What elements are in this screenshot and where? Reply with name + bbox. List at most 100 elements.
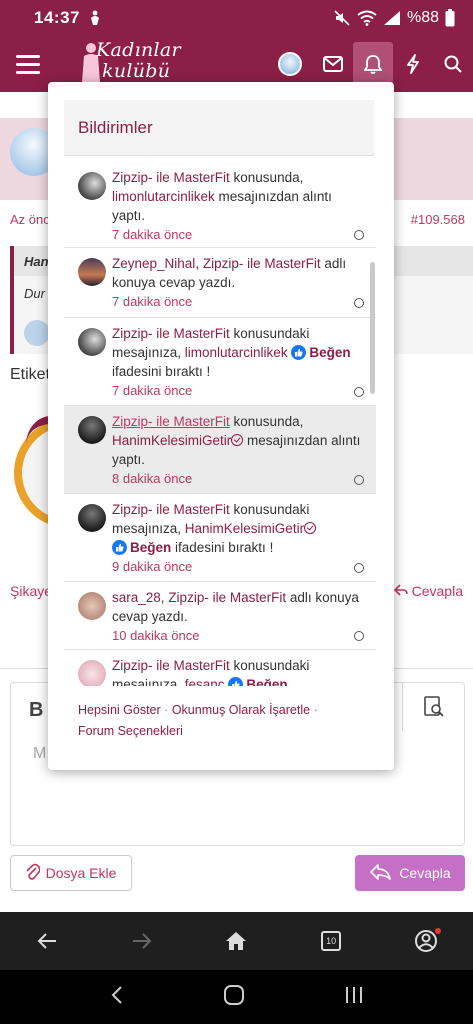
account-icon[interactable]: [401, 916, 451, 966]
avatar: [78, 660, 106, 686]
like-icon: [291, 345, 307, 360]
home-icon[interactable]: [211, 916, 261, 966]
editor-placeholder: M: [33, 745, 47, 762]
notification-item[interactable]: sara_28, Zipzip- ile MasterFit adlı konu…: [64, 582, 376, 650]
notification-user[interactable]: Zipzip- ile MasterFit: [203, 256, 321, 271]
notification-user[interactable]: Zipzip- ile MasterFit: [112, 326, 230, 341]
mark-read-dot[interactable]: [354, 298, 364, 308]
reaction: Beğen: [112, 538, 171, 557]
notifications-popup: Bildirimler Zipzip- ile MasterFit konusu…: [48, 82, 394, 770]
avatar: [24, 320, 50, 346]
mail-icon[interactable]: [313, 42, 353, 86]
scrollbar[interactable]: [370, 262, 375, 394]
mark-all-read-link[interactable]: Okunmuş Olarak İşaretle: [172, 703, 310, 717]
signal-icon: [383, 10, 401, 26]
mark-read-dot[interactable]: [354, 387, 364, 397]
reply-button[interactable]: Cevapla: [355, 855, 465, 891]
notification-user[interactable]: fesanç: [185, 677, 225, 686]
system-recents-icon[interactable]: [344, 986, 364, 1009]
notification-dot: [434, 928, 441, 934]
avatar: [78, 258, 106, 286]
notification-user[interactable]: limonlutarcinlikek: [112, 189, 215, 204]
notification-user[interactable]: HanimKelesimiGetir: [185, 521, 304, 536]
notification-user[interactable]: HanimKelesimiGetir: [112, 433, 231, 448]
notification-time: 7 dakika önce: [112, 294, 193, 309]
browser-toolbar: 10: [0, 912, 473, 970]
like-icon: [112, 540, 127, 555]
mark-read-dot[interactable]: [354, 563, 364, 573]
footer-separator: ·: [313, 703, 318, 717]
avatar: [78, 172, 106, 200]
show-all-link[interactable]: Hepsini Göster: [78, 703, 161, 717]
reaction-label: Beğen: [246, 677, 288, 686]
logo-text-line1: Kadınlar: [96, 39, 181, 61]
system-back-icon[interactable]: [110, 985, 124, 1010]
system-nav-bar: [0, 970, 473, 1024]
status-time: 14:37: [34, 8, 80, 27]
preview-button[interactable]: [402, 683, 464, 731]
notification-item[interactable]: Zipzip- ile MasterFit konusundaki mesajı…: [64, 494, 376, 582]
attach-file-label: Dosya Ekle: [45, 865, 117, 881]
mark-read-dot[interactable]: [354, 631, 364, 641]
notification-item[interactable]: Zipzip- ile MasterFit konusunda, limonlu…: [64, 162, 376, 248]
verified-icon: [304, 522, 317, 534]
reply-arrow-icon: [393, 583, 408, 599]
search-icon[interactable]: [433, 42, 473, 86]
notification-user[interactable]: Zeynep_Nihal: [112, 256, 195, 271]
notification-user[interactable]: Zipzip- ile MasterFit: [112, 502, 230, 517]
notification-user[interactable]: Zipzip- ile MasterFit: [112, 414, 230, 429]
user-avatar-button[interactable]: [273, 42, 313, 86]
notification-item[interactable]: Zipzip- ile MasterFit konusunda, HanimKe…: [64, 406, 376, 494]
notification-separator: ,: [195, 256, 203, 271]
reply-link[interactable]: Cevapla: [393, 583, 463, 599]
back-arrow-icon[interactable]: [22, 916, 72, 966]
reaction-label: Beğen: [130, 540, 172, 555]
app-notification-icon: [88, 10, 102, 26]
preview-search-icon: [423, 696, 444, 717]
tabs-button[interactable]: 10: [306, 916, 356, 966]
reaction-label: Beğen: [309, 345, 351, 360]
system-home-icon[interactable]: [223, 984, 245, 1011]
reaction: Beğen: [228, 675, 288, 686]
attach-file-button[interactable]: Dosya Ekle: [10, 855, 132, 891]
notification-item[interactable]: Zipzip- ile MasterFit konusundaki mesajı…: [64, 318, 376, 406]
notification-text: konusunda,: [229, 170, 304, 185]
avatar: [78, 416, 106, 444]
avatar: [78, 592, 106, 620]
bell-icon[interactable]: [353, 42, 393, 86]
notification-item[interactable]: Zeynep_Nihal, Zipzip- ile MasterFit adlı…: [64, 248, 376, 318]
notification-time: 7 dakika önce: [112, 383, 193, 398]
verified-icon: [231, 434, 244, 446]
avatar: [78, 328, 106, 356]
wifi-icon: [357, 10, 377, 26]
tags-label: Etiket: [10, 366, 51, 383]
bolt-icon[interactable]: [393, 42, 433, 86]
notifications-footer: Hepsini Göster · Okunmuş Olarak İşaretle…: [78, 700, 368, 742]
notification-user[interactable]: Zipzip- ile MasterFit: [168, 590, 286, 605]
mute-icon: [333, 9, 351, 27]
bold-button[interactable]: B: [29, 699, 43, 722]
notification-user[interactable]: limonlutarcinlikek: [185, 345, 288, 360]
reply-link-label: Cevapla: [411, 583, 463, 599]
reply-button-label: Cevapla: [399, 865, 451, 881]
notification-list[interactable]: Zipzip- ile MasterFit konusunda, limonlu…: [64, 162, 376, 686]
notification-text: ifadesini bıraktı !: [171, 540, 274, 555]
notification-time: 8 dakika önce: [112, 471, 193, 486]
notification-user[interactable]: sara_28: [112, 590, 161, 605]
tabs-count: 10: [321, 931, 342, 951]
like-icon: [228, 677, 244, 686]
status-bar: 14:37 %88: [0, 0, 473, 36]
battery-text: %88: [406, 9, 439, 26]
post-number[interactable]: #109.568: [411, 212, 465, 227]
mark-read-dot[interactable]: [354, 475, 364, 485]
mark-read-dot[interactable]: [354, 230, 364, 240]
notification-time: 7 dakika önce: [112, 227, 193, 242]
notification-user[interactable]: Zipzip- ile MasterFit: [112, 658, 230, 673]
notification-user[interactable]: Zipzip- ile MasterFit: [112, 170, 230, 185]
forward-arrow-icon[interactable]: [117, 916, 167, 966]
notification-time: 10 dakika önce: [112, 628, 200, 643]
notification-item[interactable]: Zipzip- ile MasterFit konusundaki mesajı…: [64, 650, 376, 686]
forum-options-link[interactable]: Forum Seçenekleri: [78, 724, 183, 738]
footer-separator: ·: [164, 703, 169, 717]
notification-text: konusunda,: [229, 414, 304, 429]
